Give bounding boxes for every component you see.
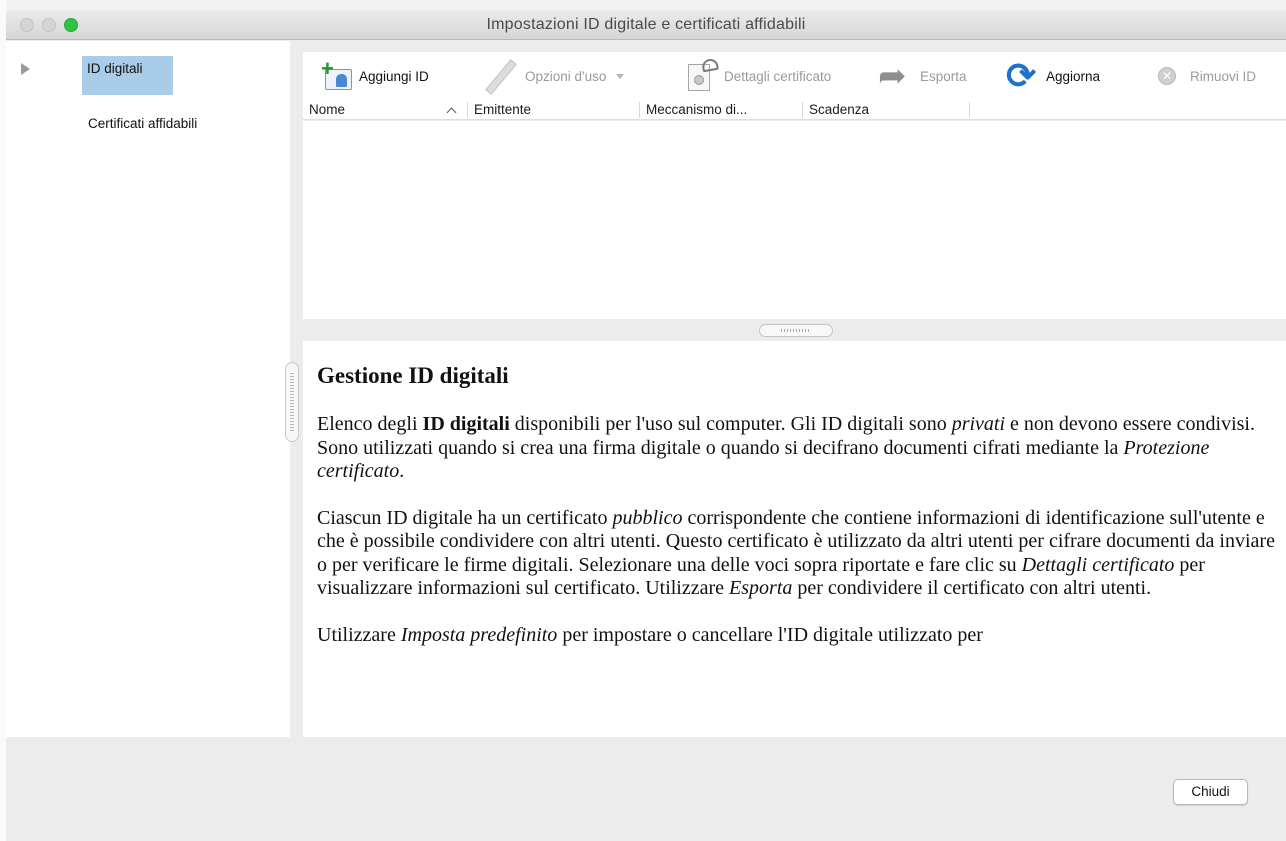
pencil-icon bbox=[481, 59, 519, 95]
add-id-button[interactable]: + Aggiungi ID bbox=[321, 52, 429, 100]
column-header-name-label: Nome bbox=[309, 102, 346, 117]
remove-icon: ✕ bbox=[1158, 67, 1176, 85]
table-header: Nome Emittente Meccanismo di... Scadenza bbox=[303, 100, 1286, 120]
add-id-icon: + bbox=[321, 58, 353, 91]
grip-icon bbox=[290, 373, 294, 431]
add-id-label: Aggiungi ID bbox=[359, 68, 429, 84]
title-bar[interactable]: Impostazioni ID digitale e certificati a… bbox=[6, 10, 1286, 40]
certificate-details-button[interactable]: Dettagli certificato bbox=[686, 52, 831, 100]
chevron-down-icon bbox=[616, 73, 625, 79]
sidebar-resize-handle[interactable] bbox=[285, 362, 299, 442]
grip-icon bbox=[781, 329, 811, 332]
export-label: Esporta bbox=[920, 68, 967, 84]
toolbar: + Aggiungi ID Opzioni d'uso Dettagli cer… bbox=[303, 52, 1286, 100]
description-paragraph: Utilizzare Imposta predefinito per impos… bbox=[317, 623, 983, 646]
description-paragraph: Ciascun ID digitale ha un certificato pu… bbox=[317, 506, 1275, 600]
sidebar-item-digital-ids[interactable]: ID digitali bbox=[82, 56, 173, 95]
pane-resize-handle[interactable] bbox=[303, 319, 1286, 341]
digital-ids-table[interactable] bbox=[303, 121, 1286, 319]
column-header-expiry[interactable]: Scadenza bbox=[803, 102, 970, 118]
usage-options-label: Opzioni d'uso bbox=[525, 68, 607, 84]
bottom-bar: Chiudi bbox=[6, 737, 1286, 841]
sidebar: ID digitali Certificati affidabili bbox=[6, 41, 290, 737]
column-header-mechanism[interactable]: Meccanismo di... bbox=[640, 102, 803, 118]
remove-id-label: Rimuovi ID bbox=[1190, 68, 1257, 84]
sort-ascending-icon bbox=[446, 107, 457, 118]
certificate-icon bbox=[686, 57, 719, 93]
certificate-settings-window: Impostazioni ID digitale e certificati a… bbox=[6, 10, 1286, 841]
export-arrow-icon: ➦ bbox=[878, 57, 907, 95]
desktop-background bbox=[0, 0, 1286, 10]
refresh-button[interactable]: ⟳ Aggiorna bbox=[1006, 52, 1100, 100]
usage-options-button[interactable]: Opzioni d'uso bbox=[481, 52, 625, 100]
resize-pill[interactable] bbox=[759, 324, 833, 337]
column-header-issuer[interactable]: Emittente bbox=[468, 102, 640, 118]
sidebar-item-trusted-certificates[interactable]: Certificati affidabili bbox=[88, 116, 197, 131]
disclosure-triangle-icon[interactable] bbox=[21, 63, 30, 75]
window-title: Impostazioni ID digitale e certificati a… bbox=[486, 16, 806, 33]
certificate-details-label: Dettagli certificato bbox=[724, 68, 832, 84]
description-panel: Gestione ID digitali Elenco degli ID dig… bbox=[303, 341, 1286, 737]
refresh-label: Aggiorna bbox=[1046, 68, 1101, 84]
remove-id-button[interactable]: ✕ Rimuovi ID bbox=[1158, 52, 1256, 100]
refresh-icon: ⟳ bbox=[1006, 55, 1037, 96]
description-paragraph: Elenco degli ID digitali disponibili per… bbox=[317, 413, 1255, 482]
close-button[interactable]: Chiudi bbox=[1173, 779, 1248, 805]
column-header-name[interactable]: Nome bbox=[303, 102, 468, 118]
description-heading: Gestione ID digitali bbox=[317, 363, 509, 388]
export-button[interactable]: ➦ Esporta bbox=[878, 52, 967, 100]
